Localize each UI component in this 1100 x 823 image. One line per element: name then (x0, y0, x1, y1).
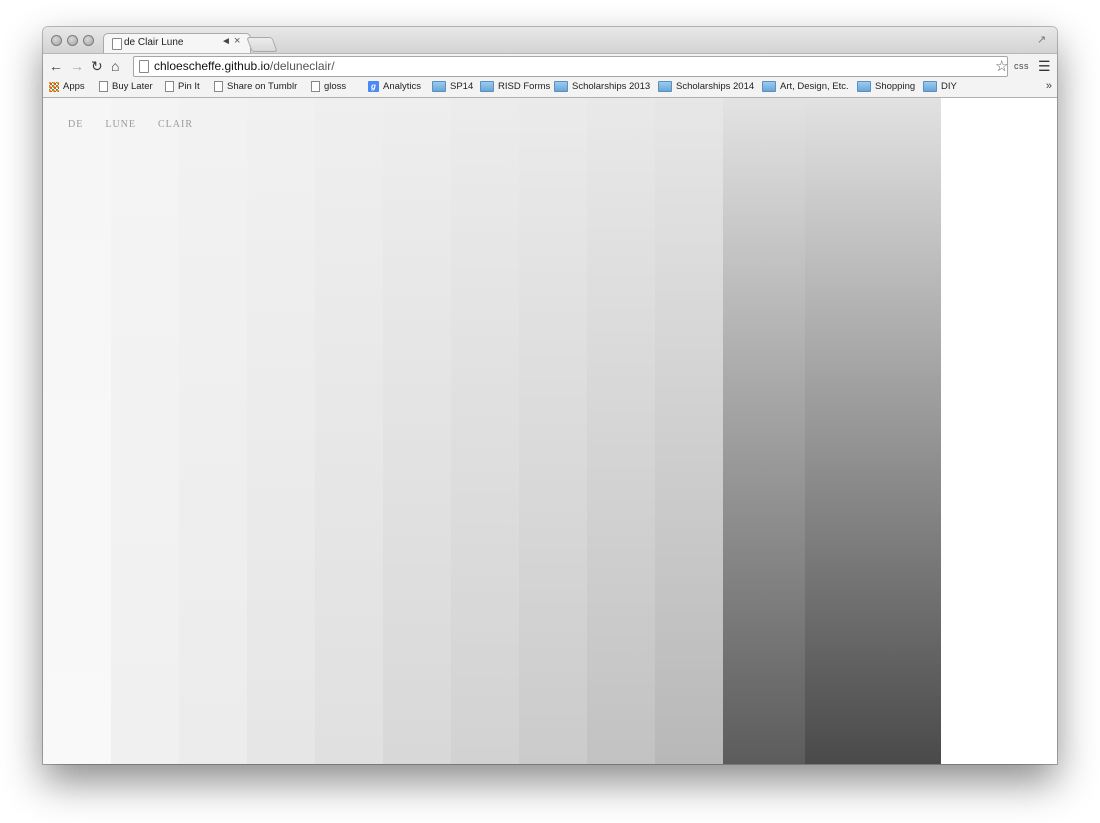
browser-window: de Clair Lune ◄ × ↗ ← → ↻ ⌂ chloescheffe… (43, 27, 1057, 764)
close-window-button[interactable] (51, 35, 62, 46)
bookmarks-bar: Apps Buy Later Pin It Share on Tumblr gl… (43, 79, 1057, 98)
tab-close-icon[interactable]: × (234, 35, 240, 47)
url-host: chloescheffe.github.io (154, 59, 270, 73)
bookmark-buy-later[interactable]: Buy Later (99, 81, 153, 92)
bookmark-label: Buy Later (112, 81, 153, 92)
reload-icon[interactable]: ↻ (91, 58, 103, 74)
page-icon (165, 81, 174, 92)
url-text: chloescheffe.github.io/deluneclair/ (154, 59, 335, 73)
gradient-stripes (43, 98, 941, 764)
tab-strip: de Clair Lune ◄ × ↗ (43, 27, 1057, 54)
minimize-window-button[interactable] (67, 35, 78, 46)
gradient-stripe (519, 98, 587, 764)
nav-de[interactable]: DE (68, 119, 83, 130)
speaker-icon[interactable]: ◄ (221, 36, 233, 47)
folder-icon (658, 81, 672, 92)
bookmark-label: RISD Forms (498, 81, 551, 92)
bookmark-analytics[interactable]: g Analytics (368, 81, 421, 92)
bookmark-label: gloss (324, 81, 347, 92)
page-icon (311, 81, 320, 92)
address-bar[interactable]: chloescheffe.github.io/deluneclair/ (133, 56, 1008, 77)
home-icon[interactable]: ⌂ (111, 58, 119, 74)
folder-icon (480, 81, 494, 92)
forward-icon[interactable]: → (70, 58, 84, 74)
gradient-stripe (179, 98, 247, 764)
css-extension-button[interactable]: css (1014, 61, 1029, 71)
bookmark-share-on-tumblr[interactable]: Share on Tumblr (214, 81, 297, 92)
gradient-stripe (805, 98, 941, 764)
fullscreen-icon[interactable]: ↗ (1037, 33, 1049, 46)
back-icon[interactable]: ← (49, 58, 63, 74)
page-content: DE LUNE CLAIR (43, 98, 1057, 764)
gradient-stripe (111, 98, 179, 764)
gradient-stripe (723, 98, 805, 764)
gradient-stripe (655, 98, 723, 764)
bookmark-pin-it[interactable]: Pin It (165, 81, 200, 92)
bookmark-label: Analytics (383, 81, 422, 92)
page-icon (99, 81, 108, 92)
gradient-stripe (43, 98, 111, 764)
bookmark-star-icon[interactable]: ☆ (995, 57, 1008, 75)
bookmark-label: Scholarships 2013 (572, 81, 651, 92)
bookmark-label: Pin It (178, 81, 200, 92)
bookmark-label: Shopping (875, 81, 916, 92)
gradient-stripe (383, 98, 451, 764)
bookmark-label: Share on Tumblr (227, 81, 298, 92)
folder-icon (857, 81, 871, 92)
page-icon (112, 38, 122, 50)
bookmark-scholarships-2013[interactable]: Scholarships 2013 (554, 81, 650, 92)
folder-icon (923, 81, 937, 92)
site-nav: DE LUNE CLAIR (68, 119, 193, 130)
menu-icon[interactable]: ☰ (1038, 58, 1051, 75)
more-bookmarks-icon[interactable]: » (1046, 80, 1052, 92)
bookmark-risd-forms[interactable]: RISD Forms (480, 81, 550, 92)
folder-icon (432, 81, 446, 92)
folder-icon (554, 81, 568, 92)
bookmark-scholarships-2014[interactable]: Scholarships 2014 (658, 81, 754, 92)
tab-title: de Clair Lune (124, 37, 184, 48)
zoom-window-button[interactable] (83, 35, 94, 46)
gradient-stripe (451, 98, 519, 764)
apps-icon (49, 81, 59, 92)
bookmark-label: Art, Design, Etc. (780, 81, 849, 92)
folder-icon (762, 81, 776, 92)
nav-clair[interactable]: CLAIR (158, 119, 193, 130)
browser-toolbar: ← → ↻ ⌂ chloescheffe.github.io/delunecla… (43, 53, 1057, 80)
bookmark-label: Scholarships 2014 (676, 81, 755, 92)
bookmark-art-design-etc[interactable]: Art, Design, Etc. (762, 81, 849, 92)
browser-tab[interactable]: de Clair Lune ◄ × (103, 33, 251, 54)
nav-lune[interactable]: LUNE (105, 119, 136, 130)
bookmark-gloss[interactable]: gloss (311, 81, 346, 92)
url-path: /deluneclair/ (269, 59, 335, 73)
bookmark-sp14[interactable]: SP14 (432, 81, 473, 92)
google-icon: g (368, 81, 379, 92)
page-icon (214, 81, 223, 92)
bookmark-shopping[interactable]: Shopping (857, 81, 915, 92)
gradient-stripe (315, 98, 383, 764)
new-tab-button[interactable] (246, 37, 278, 52)
gradient-stripe (587, 98, 655, 764)
bookmark-apps[interactable]: Apps (49, 81, 85, 92)
bookmark-label: DIY (941, 81, 957, 92)
page-info-icon[interactable] (139, 60, 149, 73)
bookmark-label: SP14 (450, 81, 474, 92)
bookmark-label: Apps (63, 81, 85, 92)
bookmark-diy[interactable]: DIY (923, 81, 957, 92)
gradient-stripe (247, 98, 315, 764)
